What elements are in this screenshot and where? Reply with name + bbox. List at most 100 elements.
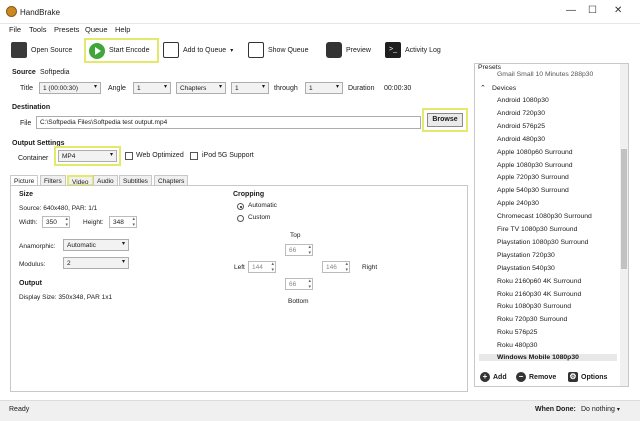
when-done-select[interactable]: Do nothing ▾: [581, 406, 620, 413]
container-select[interactable]: MP4 ▾: [58, 150, 117, 162]
preset-item[interactable]: Playstation 1080p30 Surround: [497, 239, 588, 246]
handbrake-logo-icon: [6, 6, 17, 17]
preset-item[interactable]: Apple 240p30: [497, 200, 539, 207]
when-done-label: When Done:: [535, 406, 576, 413]
spin-arrows-icon[interactable]: ▴ ▾: [271, 261, 274, 273]
preset-item[interactable]: Roku 2160p60 4K Surround: [497, 278, 581, 285]
spin-arrows-icon[interactable]: ▴ ▾: [132, 216, 135, 228]
crop-custom-radio[interactable]: [237, 215, 244, 222]
queue-list-icon: [248, 42, 264, 58]
chevron-down-icon: ▾: [616, 407, 620, 413]
width-stepper[interactable]: 350 ▴ ▾: [42, 216, 70, 228]
menu-queue[interactable]: Queue: [85, 25, 108, 34]
duration-label: Duration: [348, 85, 375, 92]
preset-item[interactable]: Roku 576p25: [497, 329, 537, 336]
crop-left-stepper[interactable]: 144 ▴ ▾: [248, 261, 276, 273]
spin-arrows-icon[interactable]: ▴ ▾: [345, 261, 348, 273]
menu-help[interactable]: Help: [115, 25, 130, 34]
preview-button[interactable]: Preview: [326, 40, 371, 60]
ipod-label: iPod 5G Support: [202, 152, 254, 159]
window-title: HandBrake: [20, 8, 61, 17]
preset-item[interactable]: Fire TV 1080p30 Surround: [497, 226, 577, 233]
modulus-select[interactable]: 2 ▾: [63, 257, 129, 269]
ipod-checkbox[interactable]: [190, 152, 198, 160]
preset-item[interactable]: Roku 480p30: [497, 342, 537, 349]
presets-list: Gmail Small 10 Minutes 288p30 ⌃ Devices …: [474, 63, 629, 387]
add-preset-button[interactable]: + Add: [480, 372, 507, 382]
preset-item[interactable]: Playstation 540p30: [497, 265, 555, 272]
collapse-icon[interactable]: ⌃: [480, 84, 486, 92]
title-bar: HandBrake — ☐ ✕: [0, 0, 640, 24]
preset-item[interactable]: Android 480p30: [497, 136, 545, 143]
preset-item[interactable]: Roku 720p30 Surround: [497, 316, 567, 323]
preset-item[interactable]: Apple 540p30 Surround: [497, 187, 569, 194]
crop-left-label: Left: [234, 264, 245, 271]
close-button[interactable]: ✕: [614, 5, 622, 16]
preset-item[interactable]: Android 720p30: [497, 110, 545, 117]
minimize-button[interactable]: —: [566, 5, 576, 16]
anamorphic-select[interactable]: Automatic ▾: [63, 239, 129, 251]
width-label: Width:: [19, 219, 38, 226]
browse-button[interactable]: Browse: [427, 113, 463, 127]
show-queue-button[interactable]: Show Queue: [248, 40, 308, 60]
title-select[interactable]: 1 (00:00:30) ▾: [39, 82, 101, 94]
angle-select[interactable]: 1 ▾: [133, 82, 171, 94]
chevron-down-icon: ▾: [121, 259, 125, 265]
spin-arrows-icon[interactable]: ▴ ▾: [65, 216, 68, 228]
duration-value: 00:00:30: [384, 85, 412, 92]
size-heading: Size: [19, 191, 34, 198]
display-size: Display Size: 350x348, PAR 1x1: [19, 294, 113, 301]
range-start-select[interactable]: 1 ▾: [231, 82, 269, 94]
chevron-down-icon[interactable]: ▾: [230, 47, 233, 54]
menu-tools[interactable]: Tools: [29, 25, 47, 34]
scrollbar-thumb[interactable]: [621, 149, 627, 269]
crop-top-stepper[interactable]: 66 ▴ ▾: [285, 244, 313, 256]
spin-arrows-icon[interactable]: ▴ ▾: [308, 244, 311, 256]
preset-item[interactable]: Apple 720p30 Surround: [497, 174, 569, 181]
preset-item[interactable]: Apple 1080p30 Surround: [497, 162, 573, 169]
open-source-button[interactable]: Open Source: [11, 40, 72, 60]
maximize-button[interactable]: ☐: [588, 5, 597, 16]
menu-presets[interactable]: Presets: [54, 25, 79, 34]
preset-item-selected[interactable]: Windows Mobile 1080p30: [479, 354, 617, 361]
start-encode-button[interactable]: Start Encode: [84, 38, 159, 63]
presets-scrollbar[interactable]: [620, 64, 628, 386]
web-optimized-checkbox[interactable]: [125, 152, 133, 160]
presets-heading: Presets: [478, 64, 502, 71]
preset-item[interactable]: Android 1080p30: [497, 97, 549, 104]
crop-right-stepper[interactable]: 146 ▴ ▾: [322, 261, 350, 273]
crop-bottom-label: Bottom: [288, 298, 309, 305]
preset-item[interactable]: Gmail Small 10 Minutes 288p30: [497, 71, 593, 78]
crop-bottom-stepper[interactable]: 66 ▴ ▾: [285, 278, 313, 290]
preset-item[interactable]: Roku 1080p30 Surround: [497, 303, 571, 310]
height-stepper[interactable]: 348 ▴ ▾: [109, 216, 137, 228]
menu-file[interactable]: File: [9, 25, 21, 34]
browse-highlight: Browse: [422, 108, 468, 132]
preset-item[interactable]: Playstation 720p30: [497, 252, 555, 259]
terminal-icon: >_: [385, 42, 401, 58]
source-name: Softpedia: [40, 69, 70, 76]
preset-item[interactable]: Apple 1080p60 Surround: [497, 149, 573, 156]
picture-panel: Size Source: 640x480, PAR: 1/1 Width: 35…: [10, 185, 468, 392]
preset-item[interactable]: Roku 2160p30 4K Surround: [497, 291, 581, 298]
preset-item[interactable]: Chromecast 1080p30 Surround: [497, 213, 592, 220]
output-heading: Output: [19, 280, 42, 287]
cropping-heading: Cropping: [233, 191, 265, 198]
chevron-down-icon: ▾: [163, 84, 167, 90]
spin-arrows-icon[interactable]: ▴ ▾: [308, 278, 311, 290]
minus-icon: −: [516, 372, 526, 382]
remove-preset-button[interactable]: − Remove: [516, 372, 556, 382]
menu-bar: File Tools Presets Queue Help: [0, 24, 640, 36]
activity-log-button[interactable]: >_ Activity Log: [385, 40, 441, 60]
preset-item[interactable]: Android 576p25: [497, 123, 545, 130]
title-label: Title: [20, 85, 33, 92]
range-type-select[interactable]: Chapters ▾: [176, 82, 226, 94]
range-end-select[interactable]: 1 ▾: [305, 82, 343, 94]
preset-group-devices[interactable]: Devices: [492, 85, 516, 92]
preset-options-button[interactable]: ⚙ Options: [568, 372, 607, 382]
add-to-queue-button[interactable]: Add to Queue ▾: [163, 40, 233, 60]
crop-automatic-radio[interactable]: [237, 203, 244, 210]
chevron-down-icon: ▾: [218, 84, 222, 90]
crop-automatic-label: Automatic: [248, 202, 277, 209]
destination-file-input[interactable]: C:\Softpedia Files\Softpedia test output…: [36, 116, 421, 129]
